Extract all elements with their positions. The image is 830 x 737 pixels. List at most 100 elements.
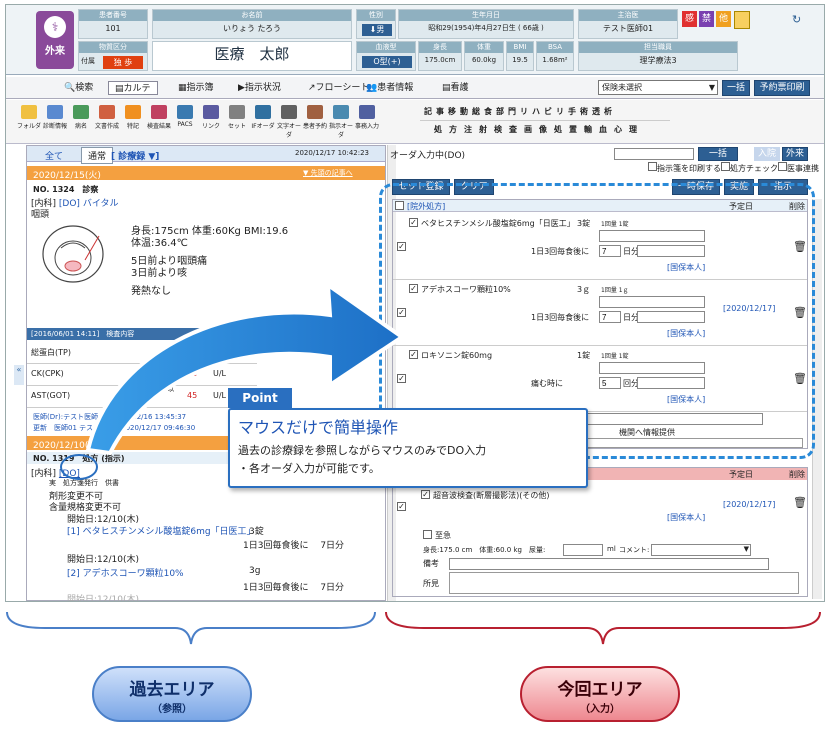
- outpatient-button[interactable]: 外来: [782, 147, 808, 161]
- order-tab-row2[interactable]: 処: [434, 124, 442, 136]
- section2-date[interactable]: [2020/12/17]: [723, 500, 775, 509]
- menu-instruction-status[interactable]: ▶指示状況: [238, 81, 281, 95]
- collapse-handle[interactable]: «: [14, 365, 24, 385]
- right-bulk-button[interactable]: 一括: [698, 147, 738, 161]
- alert-badge-prohibited[interactable]: 禁: [699, 11, 714, 27]
- tool-7[interactable]: リンク: [198, 105, 224, 137]
- billing-link-label: 医事連携: [787, 164, 819, 173]
- insurance-sub: 付属: [81, 57, 95, 65]
- order-tab-row1[interactable]: 析: [604, 106, 612, 117]
- rx2-usage: 1日3回毎食後に 7日分: [243, 583, 345, 593]
- order-tab-row1[interactable]: ビ: [544, 106, 552, 117]
- order-tab-row1[interactable]: 透: [592, 106, 600, 117]
- rx-start3: 開始日:12/10(木): [67, 595, 139, 602]
- tool-icon: [333, 105, 349, 119]
- entry1-do-link[interactable]: [DO]: [59, 199, 80, 209]
- bulk-button[interactable]: 一括: [722, 80, 750, 96]
- menu-patient-info[interactable]: 👥患者情報: [366, 81, 413, 95]
- order-tab-row1[interactable]: 食: [484, 106, 492, 117]
- notes-icon[interactable]: [734, 11, 750, 29]
- order-tab-row2[interactable]: 画: [524, 124, 532, 136]
- tool-label: 診断情報: [42, 123, 67, 130]
- tool-11[interactable]: 患者予約: [302, 105, 328, 137]
- dept-label: 外来: [45, 46, 65, 57]
- tool-3[interactable]: 文書作成: [94, 105, 120, 137]
- tool-label: 指示オーダ: [328, 123, 353, 139]
- staff-value: 理学療法3: [639, 56, 677, 65]
- print-instructions-checkbox[interactable]: [648, 162, 657, 171]
- tool-10[interactable]: 文字オーダ: [276, 105, 302, 139]
- section2-row-checkbox[interactable]: ✓: [397, 502, 406, 511]
- trash-icon[interactable]: 🗑: [793, 496, 807, 509]
- inpatient-button[interactable]: 入院: [754, 147, 780, 161]
- tool-6[interactable]: PACS: [172, 105, 198, 137]
- order-tab-row1[interactable]: 動: [460, 106, 468, 117]
- alert-badge-infection[interactable]: 感: [682, 11, 697, 27]
- rx-check-checkbox[interactable]: [721, 162, 730, 171]
- order-tab-row1[interactable]: 事: [436, 106, 444, 117]
- order-tab-row1[interactable]: 記: [424, 106, 432, 117]
- order-tab-row2[interactable]: 輸: [584, 124, 592, 136]
- order-tab-row1[interactable]: ハ: [532, 106, 540, 117]
- menu-nursing[interactable]: ▤看護: [442, 81, 469, 95]
- order-tab-row1[interactable]: 総: [472, 106, 480, 117]
- findings-textarea[interactable]: [449, 572, 799, 594]
- tool-8[interactable]: セット: [224, 105, 250, 137]
- entry1-vital-link[interactable]: バイタル: [83, 199, 119, 209]
- tool-5[interactable]: 検査結果: [146, 105, 172, 137]
- menu-flowsheet[interactable]: ↗フローシート: [308, 81, 369, 95]
- tool-13[interactable]: 事務入力: [354, 105, 380, 137]
- order-tab-row1[interactable]: 移: [448, 106, 456, 117]
- section2-ins: [国保本人]: [667, 513, 706, 522]
- section2-item-checkbox[interactable]: ✓: [421, 490, 430, 499]
- order-tab-row2[interactable]: 射: [479, 124, 487, 136]
- tool-2[interactable]: 病名: [68, 105, 94, 137]
- alert-badge-other[interactable]: 他: [716, 11, 731, 27]
- urgent-checkbox[interactable]: [423, 530, 432, 539]
- order-tab-row1[interactable]: 門: [508, 106, 516, 117]
- order-tab-row1[interactable]: 術: [580, 106, 588, 117]
- callout-title: マウスだけで簡単操作: [238, 418, 399, 437]
- tool-12[interactable]: 指示オーダ: [328, 105, 354, 139]
- menu-karte[interactable]: ▤カルテ: [108, 81, 158, 95]
- order-tab-row2[interactable]: 血: [599, 124, 607, 136]
- order-search-input[interactable]: [614, 148, 694, 160]
- tool-0[interactable]: フォルダ: [16, 105, 42, 137]
- order-tab-row1[interactable]: 手: [568, 106, 576, 117]
- tab-normal[interactable]: 通常: [81, 147, 114, 164]
- order-tab-row2[interactable]: 置: [569, 124, 577, 136]
- order-tab-row2[interactable]: 像: [539, 124, 547, 136]
- flowsheet-icon: ↗: [308, 83, 316, 93]
- urine-input[interactable]: [563, 544, 603, 556]
- doctor-value: テスト医師01: [602, 24, 654, 33]
- current-area-label: 今回エリア （入力）: [520, 666, 680, 722]
- comment-select[interactable]: ▼: [651, 544, 751, 556]
- order-tab-row2[interactable]: 心: [614, 124, 622, 136]
- record-type-dropdown[interactable]: [ 診療録 ▼]: [111, 149, 159, 162]
- menu-search[interactable]: 🔍検索: [64, 81, 93, 95]
- findings-label: 所見: [423, 579, 439, 588]
- menu-instructions[interactable]: ▦指示簿: [178, 81, 214, 95]
- order-tab-row1[interactable]: リ: [520, 106, 528, 117]
- order-tab-row1[interactable]: 部: [496, 106, 504, 117]
- sex-badge: ⬇男: [362, 24, 392, 36]
- order-tab-row2[interactable]: 処: [554, 124, 562, 136]
- tool-1[interactable]: 診断情報: [42, 105, 68, 137]
- jump-top-link[interactable]: ▼ 先頭の記事へ: [303, 168, 353, 178]
- remarks2-input[interactable]: [449, 558, 769, 570]
- order-tab-row2[interactable]: 理: [629, 124, 637, 136]
- order-tab-row2[interactable]: 査: [509, 124, 517, 136]
- tool-9[interactable]: IFオーダ: [250, 105, 276, 137]
- insurance-select[interactable]: 保険未選択 ▼: [598, 80, 718, 95]
- tool-4[interactable]: 特記: [120, 105, 146, 137]
- order-tab-row2[interactable]: 注: [464, 124, 472, 136]
- print-appointment-button[interactable]: 予約票印刷: [754, 80, 810, 96]
- refresh-icon[interactable]: ↻: [792, 13, 801, 26]
- order-tab-row2[interactable]: 方: [449, 124, 457, 136]
- billing-link-checkbox[interactable]: [778, 162, 787, 171]
- ml-label: ml: [607, 545, 616, 553]
- order-tab-row1[interactable]: リ: [556, 106, 564, 117]
- tool-icon: [125, 105, 141, 119]
- order-tab-row2[interactable]: 検: [494, 124, 502, 136]
- tab-all[interactable]: 全て: [45, 149, 63, 162]
